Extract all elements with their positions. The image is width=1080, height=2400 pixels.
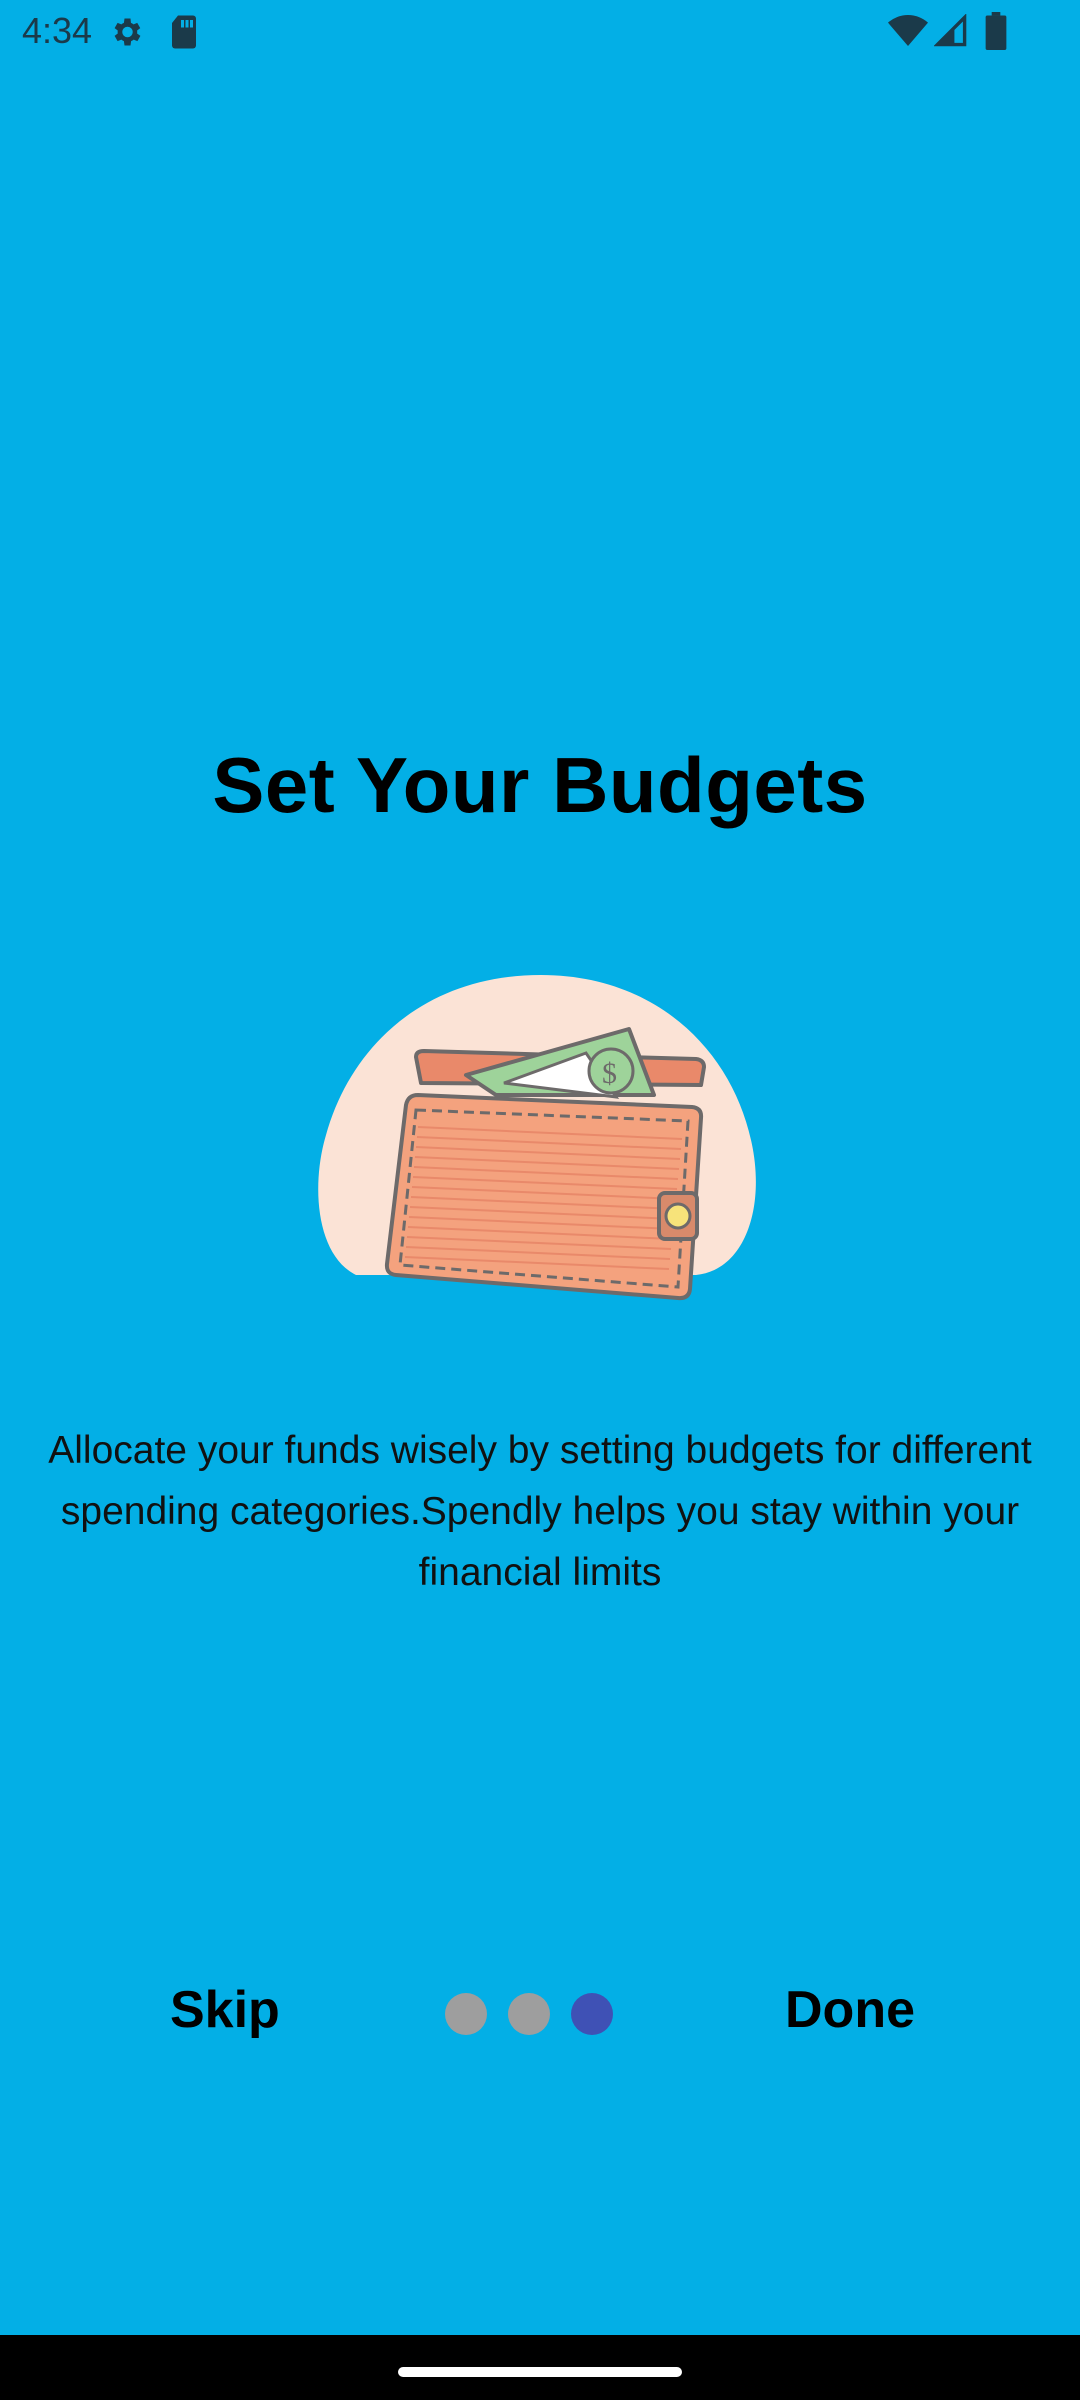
- done-button[interactable]: Done: [785, 1980, 915, 2040]
- svg-text:$: $: [602, 1057, 617, 1090]
- home-gesture-handle[interactable]: [398, 2367, 682, 2377]
- wifi-icon: [888, 15, 928, 46]
- page-dot-2[interactable]: [508, 1993, 550, 2035]
- page-dot-3-active[interactable]: [571, 1993, 613, 2035]
- battery-icon: [985, 12, 1007, 50]
- gear-icon: [114, 18, 141, 46]
- status-time: 4:34: [22, 10, 93, 51]
- onboarding-description: Allocate your funds wisely by setting bu…: [48, 1429, 1032, 1594]
- onboarding-title: Set Your Budgets: [212, 741, 868, 829]
- sd-card-icon: [172, 15, 196, 49]
- page-indicator: [445, 1993, 625, 2035]
- onboarding-screen: 4:34 Set Your Budgets $ Allocate your fu…: [0, 0, 1080, 2400]
- signal-icon: [934, 14, 967, 47]
- navigation-bar: [0, 2335, 1080, 2400]
- page-dot-1[interactable]: [445, 1993, 487, 2035]
- skip-button[interactable]: Skip: [170, 1980, 280, 2040]
- wallet-with-money-icon: $: [318, 975, 756, 1301]
- status-bar: 4:34: [0, 0, 1080, 64]
